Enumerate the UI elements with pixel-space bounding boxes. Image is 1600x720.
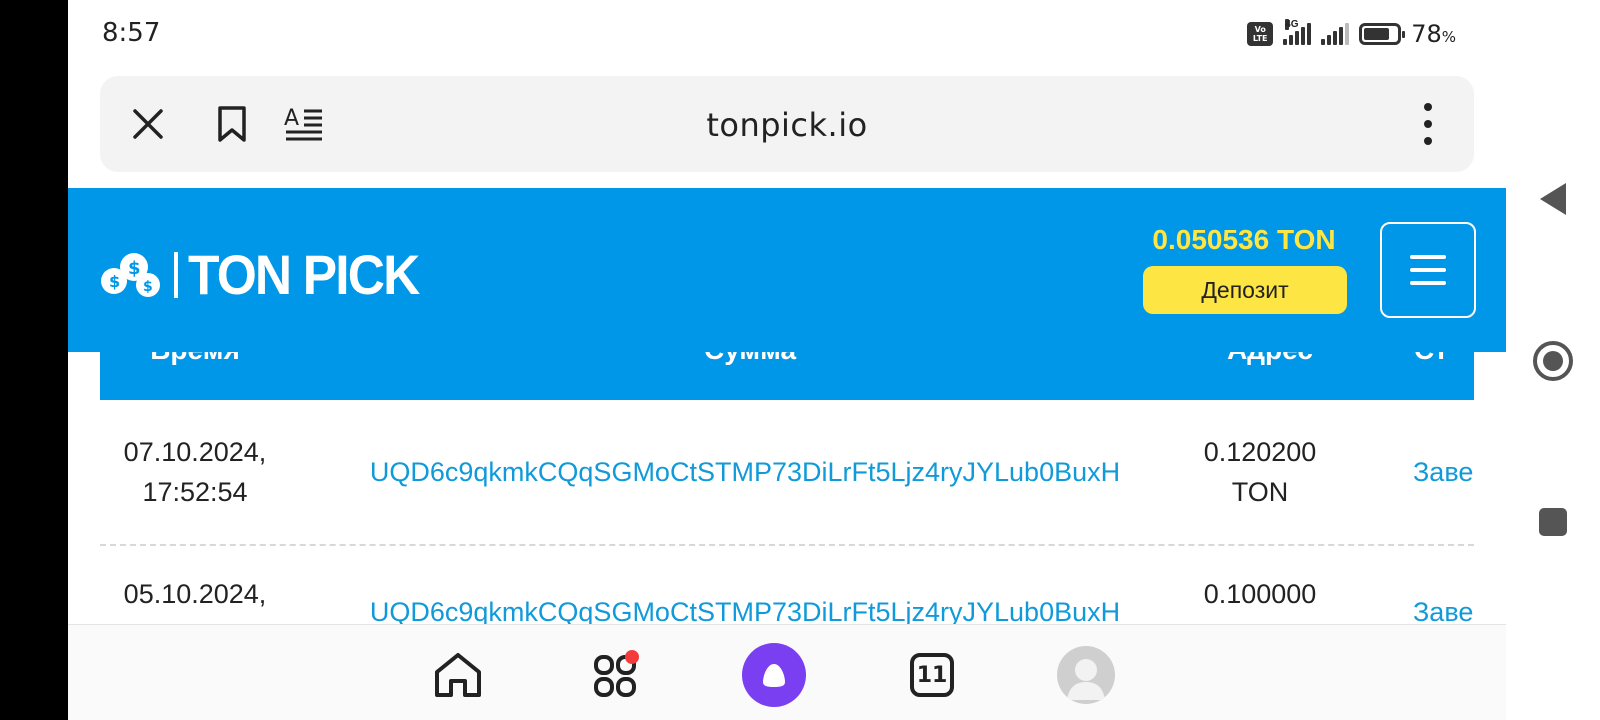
battery-percent: 78%: [1411, 20, 1456, 48]
phone-screen: 8:57 Vo LTE 4G 78% A tonpick.io $ $ $ TO…: [68, 0, 1506, 720]
table-row: 07.10.2024, 17:52:54 UQD6c9qkmkCQqSGMoCt…: [100, 400, 1474, 546]
cell-amount: 0.120200 TON: [1190, 432, 1330, 512]
cell-clock: 17:52:54: [142, 477, 248, 507]
site-header: $ $ $ TON PICK 0.050536 TON Депозит: [68, 188, 1506, 352]
cell-date: 05.10.2024,: [123, 579, 267, 609]
battery-icon: [1359, 23, 1406, 45]
url-field[interactable]: tonpick.io: [100, 106, 1474, 144]
tabs-count: 11: [910, 653, 954, 697]
volte-line2: LTE: [1252, 34, 1268, 43]
volte-line1: Vo: [1254, 25, 1266, 34]
cell-address-link[interactable]: UQD6c9qkmkCQqSGMoCtSTMP73DiLrFt5Ljz4ryJY…: [340, 452, 1150, 492]
signal-4g-icon: 4G: [1283, 19, 1312, 45]
system-navigation: [1506, 0, 1600, 720]
profile-avatar[interactable]: [1054, 643, 1118, 707]
volte-icon: Vo LTE: [1247, 22, 1274, 46]
deposit-button[interactable]: Депозит: [1143, 266, 1347, 314]
services-icon[interactable]: [584, 643, 648, 707]
balance-display: 0.050536 TON: [1152, 224, 1336, 255]
cell-date: 07.10.2024,: [123, 437, 267, 467]
site-logo[interactable]: $ $ $ TON PICK: [100, 242, 439, 307]
cell-amount: 0.100000: [1190, 574, 1330, 614]
status-icons: Vo LTE 4G 78%: [1247, 19, 1456, 48]
cell-amount-value: 0.120200: [1203, 437, 1317, 467]
cell-status[interactable]: Заве: [1413, 452, 1474, 492]
coins-icon: $ $ $: [101, 252, 160, 297]
svg-text:$: $: [109, 272, 120, 291]
hamburger-menu-button[interactable]: [1380, 222, 1476, 318]
network-type: 4G: [1285, 19, 1299, 30]
logo-text: TON PICK: [188, 243, 420, 306]
tabs-icon[interactable]: 11: [900, 643, 964, 707]
back-icon[interactable]: [1506, 180, 1600, 218]
home-icon[interactable]: [426, 643, 490, 707]
logo-divider: [174, 251, 178, 298]
browser-bottom-nav: 11: [68, 624, 1506, 720]
cell-amount-value: 0.100000: [1203, 579, 1317, 609]
cell-time: 07.10.2024, 17:52:54: [110, 432, 280, 512]
home-icon[interactable]: [1506, 340, 1600, 382]
cell-amount-unit: TON: [1231, 477, 1289, 507]
recents-icon[interactable]: [1506, 506, 1600, 538]
cell-time: 05.10.2024,: [110, 574, 280, 614]
signal-icon: [1321, 23, 1350, 45]
more-vertical-icon[interactable]: [1406, 102, 1450, 146]
svg-text:$: $: [128, 258, 141, 279]
status-time: 8:57: [102, 18, 161, 48]
svg-text:$: $: [143, 279, 153, 295]
avatar: [1057, 646, 1115, 704]
browser-address-bar: A tonpick.io: [100, 76, 1474, 172]
alice-icon[interactable]: [742, 643, 806, 707]
